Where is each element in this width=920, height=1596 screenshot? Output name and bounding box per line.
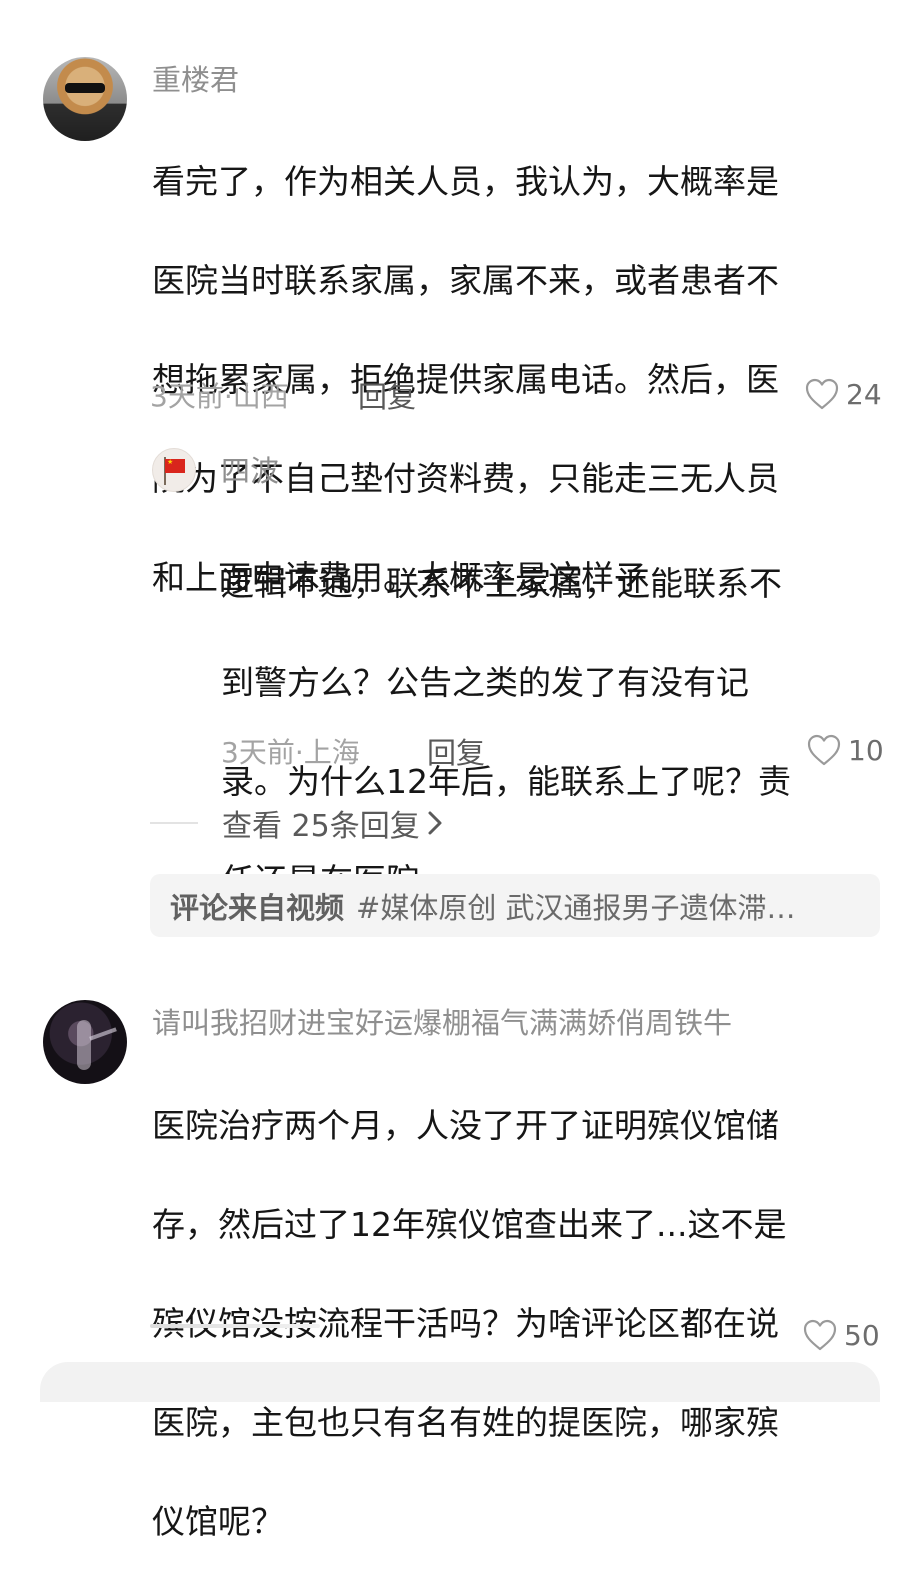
source-topic: #媒体原创 武汉通报男子遗体滞… [356, 890, 796, 925]
like-button[interactable]: 10 [806, 733, 884, 767]
star-icon: ★ [167, 458, 174, 466]
like-button[interactable]: 24 [804, 377, 882, 411]
like-count: 10 [848, 733, 884, 767]
like-count: 50 [844, 1318, 880, 1352]
avatar[interactable]: ★ [152, 448, 196, 492]
comment-text-line: 看完了，作为相关人员，我认为，大概率是 [152, 161, 779, 201]
comment-text-line: 医院，主包也只有名有姓的提医院，哪家殡 [152, 1402, 779, 1442]
figure-shape [77, 1020, 91, 1070]
heart-icon [803, 1319, 837, 1351]
comment-text-line: 逻辑不通，联系不上家属，还能联系不 [221, 563, 782, 603]
comment-author[interactable]: 请叫我招财进宝好运爆棚福气满满娇俏周铁牛 [152, 1000, 732, 1042]
meta-placeholder [150, 1324, 320, 1328]
comment-source-bar[interactable]: 评论来自视频 #媒体原创 武汉通报男子遗体滞… [150, 874, 880, 937]
heart-icon [805, 378, 839, 410]
comment-text-line: 到警方么？公告之类的发了有没有记 [221, 662, 749, 702]
reply-button[interactable]: 回复 [358, 374, 416, 416]
comment-text-line: 医院治疗两个月，人没了开了证明殡仪馆储 [152, 1105, 779, 1145]
comment-time-location: 3天前·山西 [150, 380, 289, 413]
avatar[interactable] [43, 1000, 127, 1084]
source-lead: 评论来自视频 [170, 890, 345, 925]
chevron-right-icon [428, 811, 442, 835]
avatar[interactable] [43, 57, 127, 141]
comment-text-line: 医院当时联系家属，家属不来，或者患者不 [152, 260, 779, 300]
comment-input-bar[interactable] [40, 1362, 880, 1402]
heart-icon [807, 734, 841, 766]
like-button[interactable]: 50 [802, 1318, 880, 1352]
view-more-replies[interactable]: 查看 25条回复 [150, 800, 444, 846]
figure-arm [89, 1027, 117, 1041]
comment-author[interactable]: 四波 [221, 448, 279, 490]
comment-text-line: 存，然后过了12年殡仪馆查出来了...这不是 [152, 1204, 787, 1244]
sunglasses-icon [65, 83, 105, 93]
view-more-label: 查看 25条回复 [222, 809, 420, 844]
divider [150, 822, 198, 824]
comment-time-location: 3天前·上海 [221, 736, 360, 769]
comment-author[interactable]: 重楼君 [152, 57, 239, 99]
like-count: 24 [846, 377, 882, 411]
comment-text-line: 仪馆呢？ [152, 1501, 284, 1541]
reply-button[interactable]: 回复 [427, 730, 485, 772]
